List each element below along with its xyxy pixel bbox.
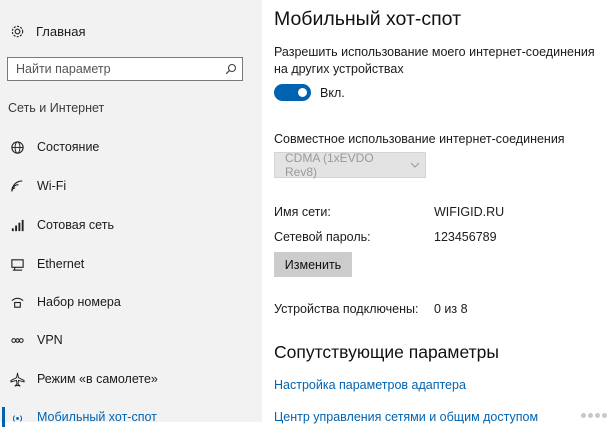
section-label: Сеть и Интернет xyxy=(8,101,105,115)
sidebar-item-label: Состояние xyxy=(37,140,100,154)
sidebar-item-label: Сотовая сеть xyxy=(37,218,114,232)
search-box[interactable] xyxy=(7,57,243,81)
toggle-state-label: Вкл. xyxy=(320,86,345,100)
password-label: Сетевой пароль: xyxy=(274,230,371,244)
devices-connected-label: Устройства подключены: xyxy=(274,302,419,316)
search-input[interactable] xyxy=(8,62,220,76)
watermark-dots xyxy=(581,413,607,418)
network-name-value: WIFIGID.RU xyxy=(434,205,505,219)
password-value: 123456789 xyxy=(434,230,497,244)
ethernet-icon xyxy=(8,255,26,273)
sidebar-item-cellular[interactable]: Сотовая сеть xyxy=(0,212,262,238)
sidebar-item-dialup[interactable]: Набор номера xyxy=(0,289,262,315)
devices-connected-value: 0 из 8 xyxy=(434,302,468,316)
main-panel: Мобильный хот-спот Разрешить использован… xyxy=(262,0,613,424)
sidebar-item-label: Ethernet xyxy=(37,257,85,271)
sidebar-item-label: Режим «в самолете» xyxy=(37,372,158,386)
allow-sharing-text: Разрешить использование моего интернет-с… xyxy=(274,45,595,76)
wifi-icon xyxy=(8,177,26,195)
active-indicator xyxy=(2,407,5,427)
airplane-icon xyxy=(8,370,26,388)
chevron-down-icon xyxy=(405,162,425,168)
globe-icon xyxy=(8,138,26,156)
share-connection-select[interactable]: CDMA (1xEVDO Rev8) xyxy=(274,151,426,179)
sidebar-item-wifi[interactable]: Wi-Fi xyxy=(0,173,262,199)
edit-button[interactable]: Изменить xyxy=(274,252,352,277)
sidebar-item-label: Wi-Fi xyxy=(37,179,67,193)
sidebar: Главная Сеть и Интернет Состояние Wi-Fi … xyxy=(0,0,262,427)
home-link[interactable]: Главная xyxy=(8,22,85,40)
sidebar-item-status[interactable]: Состояние xyxy=(0,134,262,160)
gear-icon xyxy=(8,22,26,40)
page-title: Мобильный хот-спот xyxy=(274,8,462,30)
related-settings-title: Сопутствующие параметры xyxy=(274,342,499,362)
cellular-icon xyxy=(8,216,26,234)
sidebar-item-hotspot[interactable]: Мобильный хот-спот xyxy=(0,404,262,430)
sidebar-item-label: VPN xyxy=(37,333,63,347)
sidebar-item-vpn[interactable]: VPN xyxy=(0,327,262,353)
vpn-icon xyxy=(8,331,26,349)
sidebar-item-label: Набор номера xyxy=(37,295,121,309)
sidebar-item-ethernet[interactable]: Ethernet xyxy=(0,251,262,277)
home-label: Главная xyxy=(36,23,86,39)
search-icon[interactable] xyxy=(220,63,242,75)
dialup-icon xyxy=(8,293,26,311)
network-name-label: Имя сети: xyxy=(274,205,331,219)
hotspot-toggle[interactable] xyxy=(274,84,311,101)
hotspot-icon xyxy=(8,408,26,426)
adapter-settings-link[interactable]: Настройка параметров адаптера xyxy=(274,378,466,392)
sidebar-item-airplane[interactable]: Режим «в самолете» xyxy=(0,366,262,392)
select-value: CDMA (1xEVDO Rev8) xyxy=(285,151,374,179)
share-connection-label: Совместное использование интернет-соедин… xyxy=(274,132,565,146)
toggle-knob xyxy=(298,88,307,97)
